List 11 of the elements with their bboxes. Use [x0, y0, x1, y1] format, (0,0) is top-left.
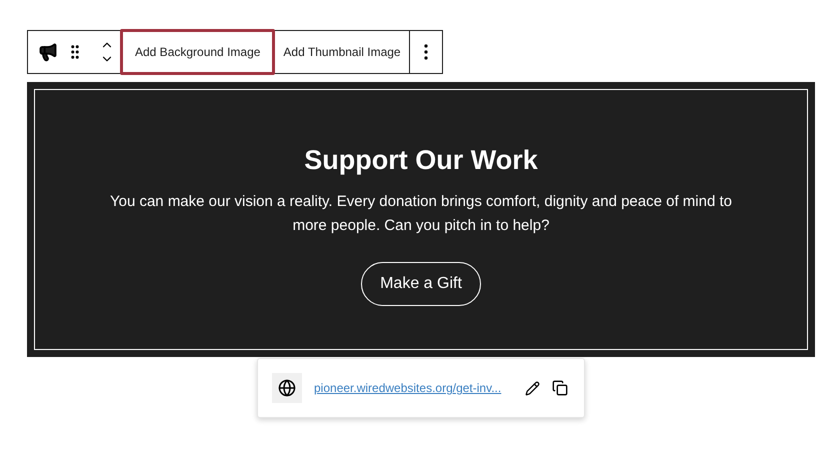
globe-icon [272, 373, 302, 403]
more-options-icon [424, 44, 428, 60]
banner-text: You can make our vision a reality. Every donation brings comfort, dignity and peace of mind to more people. Can you pitch in to help? [108, 192, 733, 236]
megaphone-icon[interactable] [38, 42, 58, 62]
toolbar-button[interactable]: Add Background Image [120, 29, 276, 75]
banner-title: Support Our Work [304, 144, 538, 177]
copy-icon[interactable] [552, 380, 568, 396]
link-url[interactable]: pioneer.wiredwebsites.org/get-inv... [314, 379, 502, 397]
edit-icon[interactable] [525, 380, 540, 396]
toolbar-button[interactable]: Add Thumbnail Image [275, 31, 409, 73]
gift-button[interactable]: Make a Gift [361, 262, 481, 306]
